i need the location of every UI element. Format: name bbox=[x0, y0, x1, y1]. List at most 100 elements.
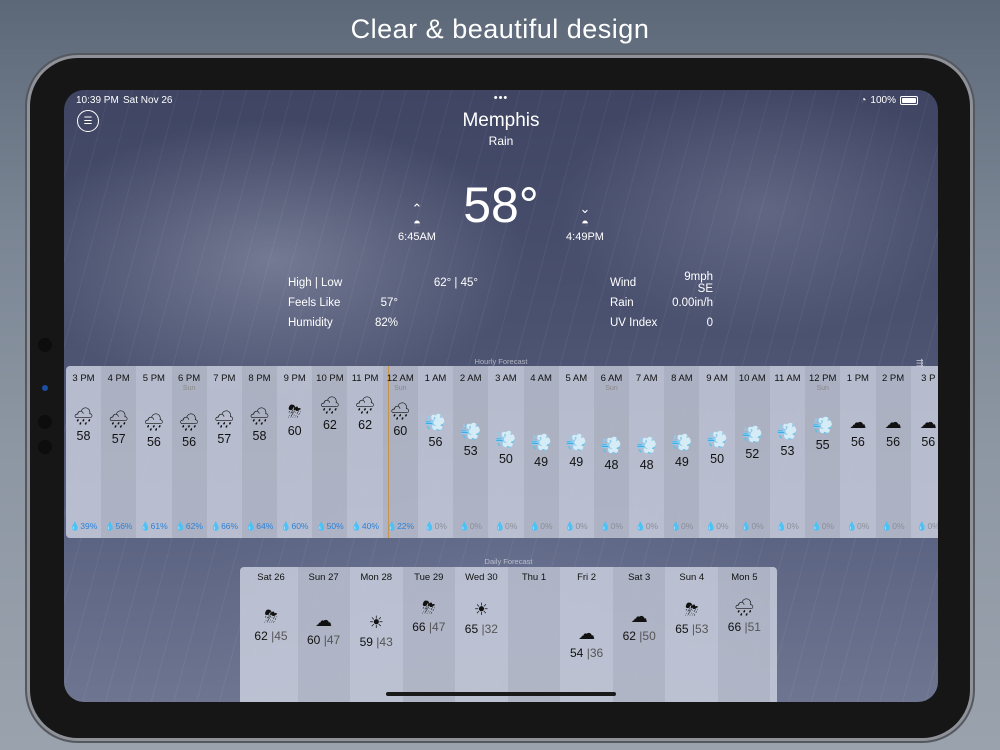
day-low: 47 bbox=[326, 633, 341, 647]
stat-label: Rain bbox=[610, 297, 634, 309]
hour-precip: 💧0% bbox=[453, 521, 488, 532]
hourly-column[interactable]: 7 PM 🌧 57 💧66% bbox=[207, 366, 242, 538]
hour-label: 11 PM bbox=[351, 373, 379, 384]
precip-value: 0% bbox=[505, 521, 518, 531]
stat-value: 9mph SE bbox=[684, 271, 713, 295]
hourly-column[interactable]: 3 PM 🌧 58 💧39% bbox=[66, 366, 101, 538]
day-low: 50 bbox=[642, 628, 656, 643]
stat-value: 0 bbox=[706, 317, 713, 329]
hour-precip: 💧0% bbox=[770, 521, 805, 532]
multitask-dots-icon[interactable]: ••• bbox=[494, 92, 509, 104]
day-high: 65 bbox=[675, 622, 689, 636]
sun-icon: ☀ bbox=[473, 600, 490, 619]
hour-temperature: 56 bbox=[146, 435, 161, 450]
hourly-column[interactable]: 12 AM Sun 🌧 60 💧22% bbox=[382, 366, 418, 538]
hourly-column[interactable]: 3 P ☁ 56 💧0% bbox=[911, 366, 938, 538]
hour-temperature: 60 bbox=[287, 423, 302, 438]
hour-label: 6 PM bbox=[178, 373, 201, 384]
day-temperature: 65 |53 bbox=[666, 622, 718, 636]
hourly-column[interactable]: 3 AM 💨 50 💧0% bbox=[488, 366, 523, 538]
daily-column[interactable]: Sat 3 ☁ 62 |50 bbox=[613, 567, 666, 702]
drop-icon: 💧 bbox=[670, 521, 682, 531]
storm-icon: ⛈ bbox=[684, 600, 699, 619]
wind-icon: 💨 bbox=[741, 424, 763, 444]
hourly-column[interactable]: 6 PM Sun 🌧 56 💧62% bbox=[171, 366, 207, 538]
day-high: 59 bbox=[359, 635, 373, 650]
day-label: Sat 26 bbox=[257, 572, 285, 583]
stat-label: High | Low bbox=[288, 277, 343, 289]
hour-temperature: 58 bbox=[252, 429, 267, 444]
day-high: 62 bbox=[254, 628, 268, 643]
side-button bbox=[38, 415, 52, 429]
hour-precip: 💧0% bbox=[700, 521, 735, 532]
home-indicator[interactable] bbox=[386, 692, 616, 696]
hourly-column[interactable]: 5 PM 🌧 56 💧61% bbox=[136, 366, 171, 538]
hourly-column[interactable]: 1 PM ☁ 56 💧0% bbox=[840, 366, 875, 538]
drop-icon: 💧 bbox=[245, 521, 257, 531]
daily-column[interactable]: Sat 26 ⛈ 62 |45 bbox=[245, 567, 297, 702]
hour-temperature: 60 bbox=[393, 423, 408, 438]
day-label: Sat 3 bbox=[628, 572, 651, 583]
hourly-column[interactable]: 5 AM 💨 49 💧0% bbox=[559, 366, 594, 538]
drop-icon: 💧 bbox=[386, 521, 398, 531]
daily-column[interactable]: Fri 2 ☁ 54 |36 bbox=[561, 567, 613, 702]
rain-icon: 🌧 bbox=[733, 597, 756, 617]
hourly-column[interactable]: 12 PM Sun 💨 55 💧0% bbox=[805, 366, 841, 538]
day-label: Tue 29 bbox=[414, 572, 444, 583]
hourly-column[interactable]: 2 AM 💨 53 💧0% bbox=[453, 366, 489, 538]
stats-right: Wind 9mph SE Rain 0.00in/h UV Index 0 bbox=[610, 271, 713, 333]
daily-column[interactable]: Thu 1 bbox=[508, 567, 560, 702]
daily-column[interactable]: Mon 5 🌧 66 |51 bbox=[718, 567, 771, 702]
daily-forecast[interactable]: Sat 26 ⛈ 62 |45 Sun 27 ☁ 60 |47 Mon 28 ☀ 59 |43 T… bbox=[240, 567, 777, 702]
hour-temperature: 57 bbox=[111, 432, 126, 447]
daily-column[interactable]: Wed 30 ☀ 65 |32 bbox=[455, 567, 507, 702]
hourly-column[interactable]: 9 AM 💨 50 💧0% bbox=[700, 366, 735, 538]
hour-label: 2 AM bbox=[459, 373, 482, 384]
hour-label: 9 AM bbox=[706, 373, 728, 384]
hour-label: 1 PM bbox=[846, 373, 869, 384]
stat-row: Rain 0.00in/h bbox=[610, 293, 713, 313]
wind-icon: 💨 bbox=[565, 433, 587, 453]
hourly-column[interactable]: 8 AM 💨 49 💧0% bbox=[664, 366, 700, 538]
hour-temperature: 56 bbox=[182, 435, 197, 450]
hourly-forecast[interactable]: 3 PM 🌧 58 💧39% 4 PM 🌧 57 💧56% 5 PM 🌧 56 💧61% 6 PM Sun… bbox=[66, 366, 938, 538]
hourly-column[interactable]: 11 PM 🌧 62 💧40% bbox=[348, 366, 383, 538]
day-temperature: 59 |43 bbox=[350, 635, 402, 649]
hour-temperature: 56 bbox=[886, 435, 901, 450]
hour-temperature: 53 bbox=[463, 443, 478, 458]
hourly-column[interactable]: 10 AM 💨 52 💧0% bbox=[734, 366, 770, 538]
daily-column[interactable]: Mon 28 ☀ 59 |43 bbox=[350, 567, 402, 702]
daily-column[interactable]: Tue 29 ⛈ 66 |47 bbox=[402, 567, 455, 702]
hour-precip: 💧66% bbox=[207, 521, 242, 532]
battery-percent: 100% bbox=[870, 95, 896, 106]
hourly-column[interactable]: 9 PM ⛈ 60 💧60% bbox=[277, 366, 312, 538]
hourly-column[interactable]: 10 PM 🌧 62 💧50% bbox=[312, 366, 348, 538]
hourly-column[interactable]: 4 AM 💨 49 💧0% bbox=[523, 366, 559, 538]
daily-column[interactable]: Sun 27 ☁ 60 |47 bbox=[297, 567, 350, 702]
status-date: Sat Nov 26 bbox=[123, 95, 173, 106]
hour-label: 3 PM bbox=[72, 373, 95, 384]
rain-icon: 🌧 bbox=[178, 413, 200, 433]
hourly-column[interactable]: 1 AM 💨 56 💧0% bbox=[418, 366, 453, 538]
hourly-column[interactable]: 2 PM ☁ 56 💧0% bbox=[875, 366, 911, 538]
hour-precip: 💧64% bbox=[242, 521, 277, 532]
side-button bbox=[38, 338, 52, 352]
hour-label: 12 AM bbox=[386, 373, 414, 384]
hourly-column[interactable]: 6 AM Sun 💨 48 💧0% bbox=[594, 366, 629, 538]
battery-icon bbox=[900, 96, 918, 105]
hour-label: 9 PM bbox=[283, 373, 306, 384]
day-label: Thu 1 bbox=[521, 572, 547, 583]
sun-icon: ☀ bbox=[368, 613, 384, 633]
daily-column[interactable]: Sun 4 ⛈ 65 |53 bbox=[666, 567, 718, 702]
hourly-column[interactable]: 4 PM 🌧 57 💧56% bbox=[101, 366, 137, 538]
hourly-column[interactable]: 8 PM 🌧 58 💧64% bbox=[242, 366, 277, 538]
drop-icon: 💧 bbox=[916, 521, 928, 531]
hourly-column[interactable]: 7 AM 💨 48 💧0% bbox=[629, 366, 664, 538]
day-high: 62 bbox=[622, 628, 636, 643]
precip-value: 0% bbox=[751, 521, 764, 531]
hourly-column[interactable]: 11 AM 💨 53 💧0% bbox=[770, 366, 805, 538]
day-temperature: 54 |36 bbox=[561, 646, 613, 660]
day-temperature: 65 |32 bbox=[455, 622, 507, 636]
hour-precip: 💧56% bbox=[101, 521, 136, 532]
precip-value: 62% bbox=[185, 521, 203, 531]
